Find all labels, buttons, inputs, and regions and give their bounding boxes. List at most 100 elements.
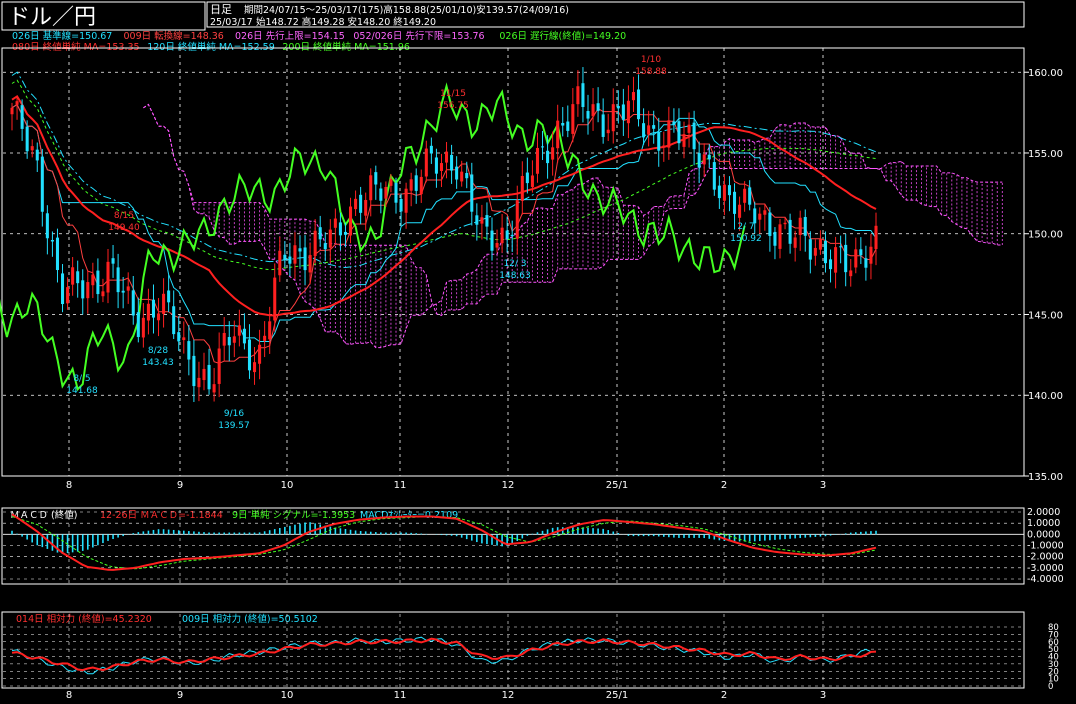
candle-body — [520, 175, 524, 201]
candle-body — [849, 270, 853, 277]
candle-body — [116, 267, 120, 293]
candle-body — [692, 122, 696, 150]
candle-body — [445, 151, 449, 163]
candle-body — [818, 239, 822, 250]
candle-body — [505, 230, 509, 239]
x-tick-label: 11 — [394, 690, 407, 701]
legend-item: 052/026日 先行下限=153.76 — [353, 30, 484, 42]
candle-body — [61, 273, 65, 305]
y-tick-label: -3.0000 — [1027, 563, 1064, 574]
candle-body — [773, 231, 777, 246]
annotation-date: 8/15 — [114, 211, 134, 221]
candle-body — [91, 274, 95, 286]
candle-body — [758, 213, 762, 220]
candle-body — [101, 291, 105, 297]
candle-body — [227, 337, 231, 346]
candle-body — [359, 194, 363, 213]
candle-body — [586, 111, 590, 119]
candle-body — [864, 258, 868, 268]
candle-body — [268, 321, 272, 340]
candle-body — [793, 237, 797, 248]
candle-body — [384, 187, 388, 199]
candle-body — [273, 277, 277, 321]
candle-body — [621, 104, 625, 120]
y-tick-label: -2.0000 — [1027, 552, 1064, 563]
candle-body — [303, 247, 307, 271]
y-tick-label: 0.0000 — [1027, 529, 1060, 540]
candle-body — [439, 163, 443, 171]
candle-body — [338, 222, 342, 236]
candle-body — [394, 182, 398, 203]
candle-body — [45, 213, 49, 239]
y-tick-label: -4.0000 — [1027, 574, 1064, 585]
candle-body — [283, 254, 287, 260]
annotation-date: 2/ 7 — [737, 222, 754, 232]
legend-item: 080日 終値単純 MA=153.35 — [12, 41, 140, 53]
candle-body — [192, 355, 196, 387]
x-tick-label: 8 — [66, 480, 72, 491]
candle-body — [611, 104, 615, 132]
annotation-value: 149.40 — [108, 223, 140, 233]
candle-body — [15, 101, 19, 105]
candle-body — [429, 145, 433, 154]
candle-body — [591, 104, 595, 117]
x-tick-label: 8 — [66, 690, 72, 701]
candle-body — [556, 120, 560, 149]
candle-body — [288, 256, 292, 264]
candle-body — [313, 230, 317, 256]
legend-moving-averages: 080日 終値単純 MA=153.35 120日 終値単純 MA=152.59 20… — [12, 41, 410, 53]
x-tick-label: 10 — [281, 690, 294, 701]
legend-item: 026日 基準線=150.67 — [12, 30, 112, 42]
y-tick-label: 2.0000 — [1027, 507, 1060, 518]
candle-body — [687, 124, 691, 133]
x-tick-label: 25/1 — [606, 480, 628, 491]
candle-body — [813, 247, 817, 256]
candle-body — [631, 92, 635, 101]
candle-body — [76, 271, 80, 284]
candle-body — [561, 123, 565, 126]
candle-body — [738, 204, 742, 218]
candle-body — [424, 148, 428, 177]
annotation-value: 139.57 — [218, 421, 250, 431]
candle-body — [677, 121, 681, 144]
candle-body — [55, 237, 59, 271]
candle-body — [682, 134, 686, 147]
candle-body — [40, 156, 44, 212]
candle-body — [167, 290, 171, 303]
macd-signal-value: 9日 単純 シグナル=-1.3953 — [232, 509, 355, 521]
candle-body — [349, 206, 353, 236]
candle-body — [581, 83, 585, 108]
candle-body — [298, 248, 302, 252]
candle-body — [859, 249, 863, 256]
candle-body — [717, 185, 721, 199]
candle-body — [637, 89, 641, 120]
candle-body — [662, 145, 666, 147]
candle-body — [839, 246, 843, 248]
annotation-date: 8/ 5 — [73, 374, 90, 384]
candle-body — [419, 176, 423, 195]
candle-body — [96, 270, 100, 295]
y-tick-label: 155.00 — [1028, 149, 1063, 160]
candle-body — [157, 313, 161, 321]
rsi14-value: 014日 相対力 (終値)=45.2320 — [16, 613, 152, 625]
candle-body — [778, 224, 782, 249]
x-tick-label: 2 — [721, 690, 727, 701]
candle-body — [535, 147, 539, 174]
annotation-value: 141.68 — [66, 386, 98, 396]
candle-body — [343, 231, 347, 235]
candle-body — [379, 188, 383, 201]
candle-body — [399, 198, 403, 212]
candle-body — [30, 146, 34, 151]
legend-item: 026日 先行上限=154.15 — [235, 30, 345, 42]
candle-body — [854, 249, 858, 268]
candle-body — [253, 362, 257, 373]
candle-body — [546, 150, 550, 164]
candle-body — [455, 166, 459, 180]
candle-body — [515, 200, 519, 239]
x-tick-label: 9 — [177, 690, 183, 701]
candle-body — [293, 245, 297, 264]
y-tick-label: 150.00 — [1028, 230, 1063, 241]
chart-stage: ドル／円 日足 期間24/07/15～25/03/17(175)高158.88(… — [0, 0, 1076, 704]
candle-body — [874, 225, 878, 250]
candle-body — [541, 146, 545, 148]
